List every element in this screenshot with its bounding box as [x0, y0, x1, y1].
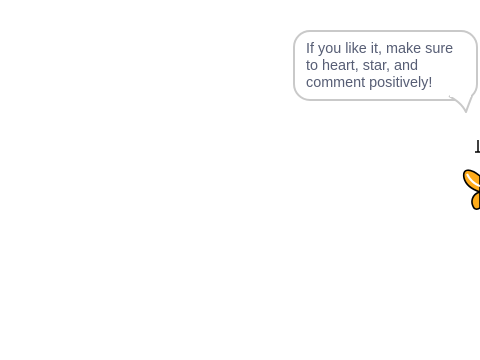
- speech-bubble-text: If you like it, make sure to heart, star…: [306, 41, 454, 91]
- sprite-speech-bubble: If you like it, make sure to heart, star…: [293, 30, 478, 101]
- project-stage[interactable]: If you like it, make sure to heart, star…: [0, 0, 480, 360]
- speech-bubble-tail: [448, 94, 473, 113]
- sprite-peek-icon[interactable]: [458, 132, 480, 216]
